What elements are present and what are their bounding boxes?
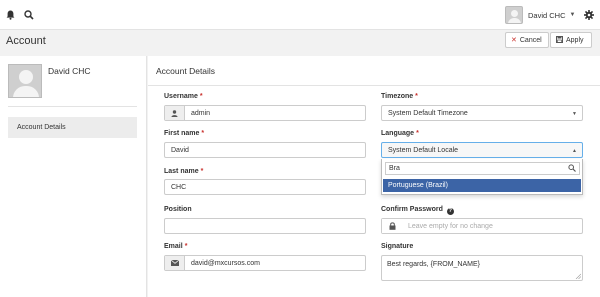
sidebar-user-name: David CHC: [48, 66, 91, 76]
apply-label: Apply: [566, 36, 584, 44]
required-marker: *: [201, 130, 205, 137]
timezone-label: Timezone *: [381, 93, 418, 100]
email-label-text: Email: [164, 243, 183, 250]
language-label: Language *: [381, 130, 419, 137]
confirm-password-placeholder: Leave empty for no change: [408, 222, 493, 230]
confirm-password-label: Confirm Password ?: [381, 206, 454, 215]
caret-up-icon: ▲: [572, 148, 577, 154]
confirm-password-field[interactable]: Leave empty for no change: [381, 218, 583, 234]
page-title: Account: [6, 35, 46, 47]
close-icon: ✕: [511, 37, 517, 44]
apply-button[interactable]: Apply: [550, 32, 592, 48]
user-menu[interactable]: David CHC ▼: [505, 5, 575, 25]
top-bar: David CHC ▼: [0, 0, 600, 30]
username-label-text: Username: [164, 93, 198, 100]
sidebar-item-label: Account Details: [17, 124, 66, 131]
language-search-input[interactable]: Bra: [385, 162, 580, 175]
account-details-panel: Account Details Username * admin First na…: [148, 56, 600, 297]
option-label: Portuguese (Brazil): [388, 182, 448, 189]
cancel-button[interactable]: ✕ Cancel: [505, 32, 549, 48]
gear-icon[interactable]: [582, 8, 596, 22]
user-name: David CHC: [528, 10, 566, 20]
language-select[interactable]: System Default Locale ▲: [381, 142, 583, 158]
timezone-label-text: Timezone: [381, 93, 414, 100]
user-icon: [165, 106, 185, 120]
question-circle-icon[interactable]: ?: [446, 208, 454, 215]
username-label: Username *: [164, 93, 203, 100]
email-value: david@mxcursos.com: [191, 259, 260, 267]
last-name-label: Last name *: [164, 168, 203, 175]
language-dropdown: Bra Portuguese (Brazil): [381, 159, 583, 195]
divider: [148, 85, 600, 86]
email-label: Email *: [164, 243, 187, 250]
search-icon: [568, 164, 576, 174]
position-field[interactable]: [164, 218, 366, 234]
timezone-value: System Default Timezone: [388, 109, 468, 117]
signature-label: Signature: [381, 243, 413, 250]
required-marker: *: [199, 93, 203, 100]
save-icon: [556, 35, 563, 45]
avatar: [505, 6, 523, 24]
section-title: Account Details: [156, 66, 216, 76]
last-name-label-text: Last name: [164, 168, 199, 175]
required-marker: *: [416, 130, 419, 137]
signature-value: Best regards, {FROM_NAME}: [387, 261, 480, 268]
avatar: [8, 64, 42, 98]
username-value: admin: [191, 109, 211, 117]
confirm-password-label-text: Confirm Password: [381, 206, 443, 213]
search-icon[interactable]: [22, 8, 36, 22]
required-marker: *: [184, 243, 188, 250]
sidebar-item-account-details[interactable]: Account Details: [8, 117, 137, 138]
first-name-field[interactable]: David: [164, 142, 366, 158]
timezone-select[interactable]: System Default Timezone ▼: [381, 105, 583, 121]
lock-icon: [382, 219, 402, 233]
first-name-label-text: First name: [164, 130, 200, 137]
position-label-text: Position: [164, 206, 192, 213]
signature-label-text: Signature: [381, 243, 414, 250]
language-value: System Default Locale: [388, 146, 459, 154]
position-label: Position: [164, 206, 192, 213]
signature-textarea[interactable]: Best regards, {FROM_NAME}: [381, 255, 583, 281]
first-name-value: David: [171, 146, 189, 154]
language-option-portuguese-brazil[interactable]: Portuguese (Brazil): [383, 179, 581, 192]
envelope-icon: [165, 256, 185, 270]
language-search-value: Bra: [389, 165, 400, 172]
resize-handle-icon[interactable]: [575, 273, 582, 280]
cancel-label: Cancel: [519, 36, 542, 44]
email-field[interactable]: david@mxcursos.com: [164, 255, 366, 271]
language-label-text: Language: [381, 130, 415, 137]
first-name-label: First name *: [164, 130, 204, 137]
caret-down-icon: ▼: [572, 111, 577, 117]
divider: [8, 106, 137, 107]
required-marker: *: [200, 168, 204, 175]
last-name-field[interactable]: CHC: [164, 179, 366, 195]
username-field[interactable]: admin: [164, 105, 366, 121]
bell-icon[interactable]: [3, 8, 17, 22]
last-name-value: CHC: [171, 183, 187, 191]
caret-down-icon: ▼: [569, 12, 576, 18]
required-marker: *: [415, 93, 418, 100]
sidebar: David CHC Account Details: [0, 56, 147, 297]
